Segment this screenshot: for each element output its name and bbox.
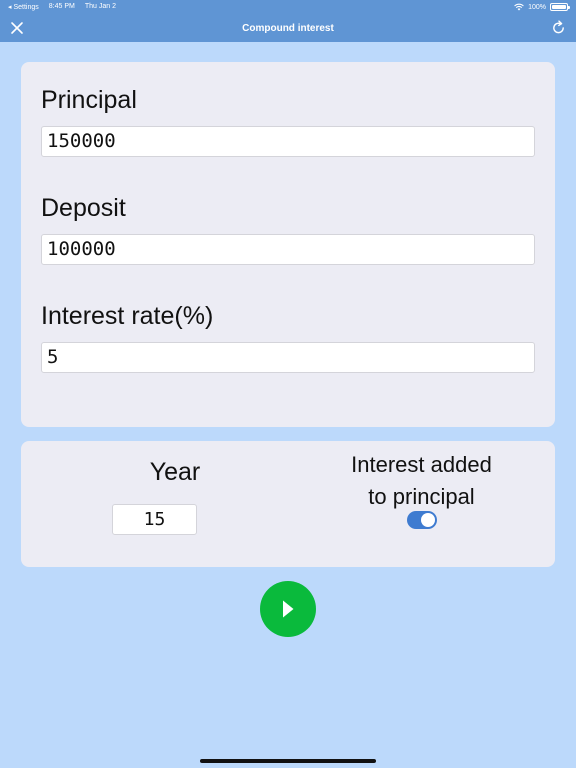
- principal-label: Principal: [41, 86, 137, 114]
- interest-rate-input[interactable]: 5: [41, 342, 535, 373]
- deposit-input[interactable]: 100000: [41, 234, 535, 265]
- status-right: 100%: [514, 3, 570, 11]
- home-indicator[interactable]: [200, 759, 376, 763]
- interest-added-label: Interest added to principal: [321, 449, 522, 513]
- status-bar: ◂ Settings 8:45 PM Thu Jan 2 100%: [0, 0, 576, 14]
- interest-added-label-line1: Interest added: [351, 452, 492, 477]
- status-left: ◂ Settings 8:45 PM Thu Jan 2: [8, 3, 116, 11]
- status-time: 8:45 PM: [48, 3, 75, 10]
- status-date: Thu Jan 2: [84, 3, 116, 10]
- battery-percent: 100%: [528, 3, 546, 11]
- interest-added-toggle[interactable]: [407, 511, 437, 529]
- battery-icon: [550, 3, 570, 11]
- wifi-icon: [514, 3, 524, 11]
- close-icon[interactable]: [10, 21, 24, 35]
- interest-rate-label: Interest rate(%): [41, 302, 214, 330]
- back-to-app-link[interactable]: ◂ Settings: [8, 3, 39, 11]
- principal-input[interactable]: 150000: [41, 126, 535, 157]
- page-title: Compound interest: [242, 22, 334, 34]
- nav-bar: Compound interest: [0, 14, 576, 42]
- year-input[interactable]: 15: [112, 504, 197, 535]
- play-icon: [283, 600, 294, 618]
- deposit-label: Deposit: [41, 194, 126, 222]
- options-card: Year 15 Interest added to principal: [21, 441, 555, 567]
- year-label: Year: [149, 458, 201, 486]
- refresh-icon[interactable]: [551, 20, 566, 35]
- input-card: Principal 150000 Deposit 100000 Interest…: [21, 62, 555, 427]
- calculate-button[interactable]: [260, 581, 316, 637]
- interest-added-label-line2: to principal: [368, 484, 475, 509]
- toggle-knob: [421, 513, 435, 527]
